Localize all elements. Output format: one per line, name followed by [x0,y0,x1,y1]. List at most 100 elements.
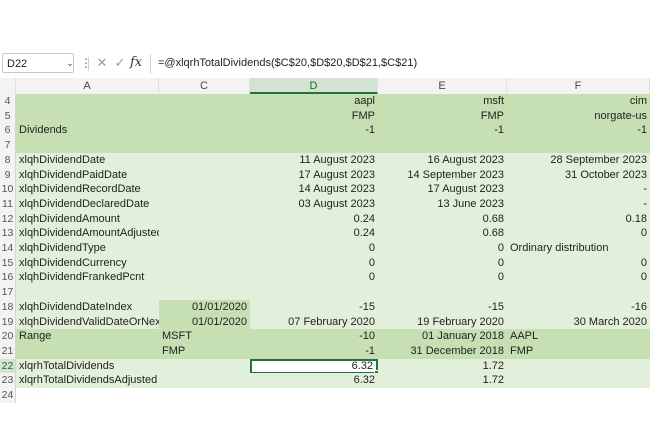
cell-c6[interactable] [159,123,250,139]
confirm-icon[interactable]: ✓ [112,53,128,73]
cell-c5[interactable] [159,108,250,124]
cell-d24[interactable] [250,388,378,403]
cell-f9[interactable]: 31 October 2023 [507,167,650,183]
cell-d23[interactable]: 6.32 [250,373,378,389]
cell-a18[interactable]: xlqhDividendDateIndex [16,299,159,315]
cell-a12[interactable]: xlqhDividendAmount [16,211,159,227]
cell-a9[interactable]: xlqhDividendPaidDate [16,167,159,183]
cell-f21[interactable]: FMP [507,343,650,359]
cell-a23[interactable]: xlqrhTotalDividendsAdjusted [16,373,159,389]
cell-c18[interactable]: 01/01/2020 [159,299,250,315]
cell-a13[interactable]: xlqhDividendAmountAdjusted [16,226,163,242]
row-header[interactable]: 14 [0,241,16,256]
cell-d6[interactable]: -1 [250,123,378,139]
row-header[interactable]: 20 [0,329,16,345]
cell-c13[interactable] [159,226,250,242]
cell-f16[interactable]: 0 [507,270,650,286]
cell-f8[interactable]: 28 September 2023 [507,152,650,168]
cell-f23[interactable] [507,373,650,389]
cell-c16[interactable] [159,270,250,286]
cell-c9[interactable] [159,167,250,183]
cell-e14[interactable]: 0 [378,241,507,256]
row-header[interactable]: 11 [0,196,16,212]
chevron-down-icon[interactable]: ⌄ [64,53,76,73]
column-header-d[interactable]: D [250,78,378,94]
cell-d20[interactable]: -10 [250,329,378,345]
cell-e15[interactable]: 0 [378,255,507,271]
cell-e6[interactable]: -1 [378,123,507,139]
cell-c15[interactable] [159,255,250,271]
cell-a14[interactable]: xlqhDividendType [16,241,159,256]
row-header[interactable]: 13 [0,226,16,242]
cell-a6[interactable]: Dividends [16,123,159,139]
cell-a17[interactable] [16,285,159,301]
row-header[interactable]: 8 [0,152,16,168]
cell-f11[interactable]: - [507,196,650,212]
cell-e16[interactable]: 0 [378,270,507,286]
cell-c21[interactable]: FMP [159,343,250,359]
cell-e7[interactable] [378,138,507,154]
cell-d11[interactable]: 03 August 2023 [250,196,378,212]
cell-c12[interactable] [159,211,250,227]
cell-a22[interactable]: xlqrhTotalDividends [16,358,159,374]
cancel-icon[interactable]: ✕ [94,53,110,73]
row-header[interactable]: 12 [0,211,16,227]
cell-a15[interactable]: xlqhDividendCurrency [16,255,159,271]
row-header[interactable]: 10 [0,182,16,198]
cell-a7[interactable] [16,138,159,154]
cell-d18[interactable]: -15 [250,299,378,315]
cell-e4[interactable]: msft [378,94,507,109]
cell-f14[interactable]: Ordinary distribution [507,241,650,256]
row-header[interactable]: 23 [0,373,16,389]
row-header[interactable]: 6 [0,123,16,139]
cell-e9[interactable]: 14 September 2023 [378,167,507,183]
cell-a4[interactable] [16,94,159,109]
cell-f18[interactable]: -16 [507,299,650,315]
row-header[interactable]: 19 [0,314,16,330]
column-header-f[interactable]: F [507,78,650,94]
cell-c11[interactable] [159,196,250,212]
cell-d8[interactable]: 11 August 2023 [250,152,378,168]
cell-d16[interactable]: 0 [250,270,378,286]
row-header[interactable]: 24 [0,388,16,403]
row-header[interactable]: 7 [0,138,16,154]
cell-c24[interactable] [159,388,250,403]
cell-c7[interactable] [159,138,250,154]
cell-f6[interactable]: -1 [507,123,650,139]
cell-e11[interactable]: 13 June 2023 [378,196,507,212]
cell-d13[interactable]: 0.24 [250,226,378,242]
cell-c17[interactable] [159,285,250,301]
column-header-c[interactable]: C [159,78,250,94]
row-header[interactable]: 15 [0,255,16,271]
more-options-icon[interactable]: ⋮ [80,53,92,73]
column-header-e[interactable]: E [378,78,507,94]
cell-e22[interactable]: 1.72 [378,358,507,374]
cell-a11[interactable]: xlqhDividendDeclaredDate [16,196,159,212]
cell-c20[interactable]: MSFT [159,329,250,345]
cell-a16[interactable]: xlqhDividendFrankedPcnt [16,270,159,286]
cell-e19[interactable]: 19 February 2020 [378,314,507,330]
cell-c14[interactable] [159,241,250,256]
cell-a19[interactable]: xlqhDividendValidDateOrNext [16,314,164,330]
cell-d22[interactable]: 6.32 [250,358,378,374]
cell-a10[interactable]: xlqhDividendRecordDate [16,182,159,198]
cell-d4[interactable]: aapl [250,94,378,109]
cell-f10[interactable]: - [507,182,650,198]
cell-c4[interactable] [159,94,250,109]
cell-c10[interactable] [159,182,250,198]
cell-f13[interactable]: 0 [507,226,650,242]
cell-d17[interactable] [250,285,378,301]
cell-c8[interactable] [159,152,250,168]
cell-e23[interactable]: 1.72 [378,373,507,389]
cell-f5[interactable]: norgate-us [507,108,650,124]
cell-a20[interactable]: Range [16,329,159,345]
select-all-corner[interactable] [0,78,16,94]
cell-e24[interactable] [378,388,507,403]
cell-d9[interactable]: 17 August 2023 [250,167,378,183]
row-header[interactable]: 16 [0,270,16,286]
cell-f19[interactable]: 30 March 2020 [507,314,650,330]
cell-c23[interactable] [159,373,250,389]
cell-e17[interactable] [378,285,507,301]
cell-e8[interactable]: 16 August 2023 [378,152,507,168]
row-header[interactable]: 5 [0,108,16,124]
